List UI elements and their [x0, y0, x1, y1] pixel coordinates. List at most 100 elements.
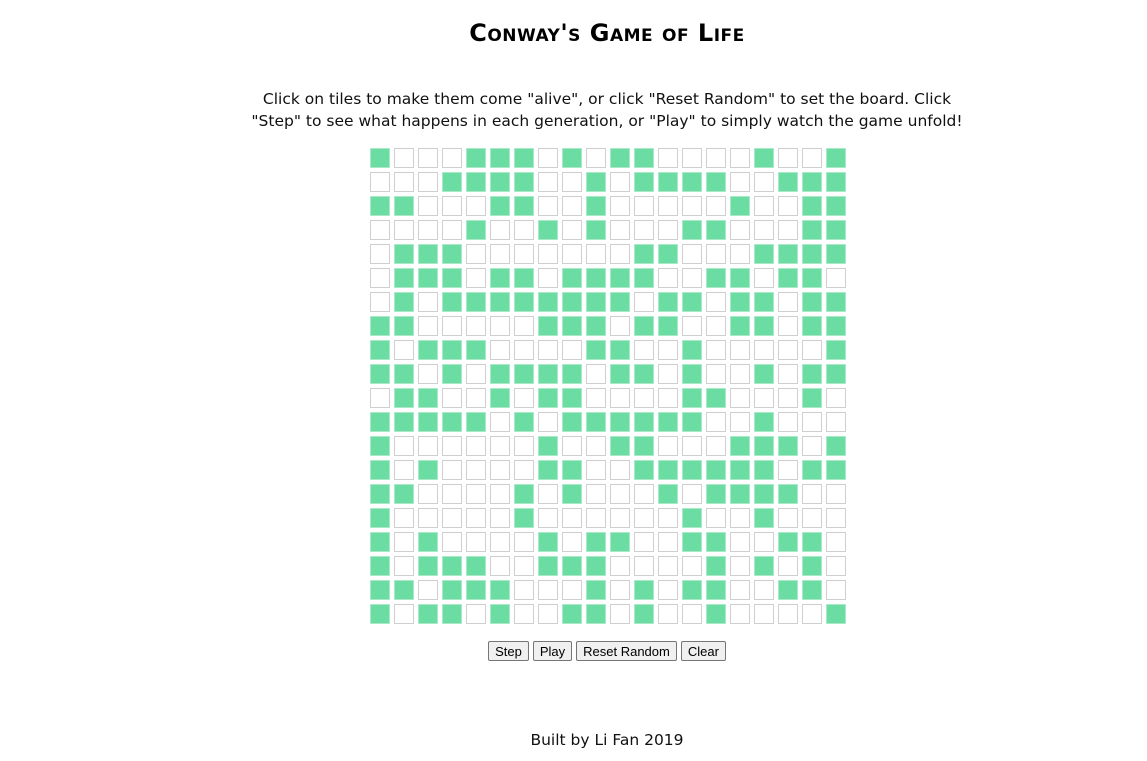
board-cell[interactable] [368, 170, 392, 194]
board-cell[interactable] [368, 242, 392, 266]
board-cell[interactable] [824, 338, 848, 362]
board-cell[interactable] [584, 362, 608, 386]
board-cell[interactable] [536, 410, 560, 434]
board-cell[interactable] [440, 410, 464, 434]
play-button[interactable]: Play [532, 641, 573, 661]
board-cell[interactable] [656, 458, 680, 482]
board-cell[interactable] [512, 386, 536, 410]
board-cell[interactable] [704, 146, 728, 170]
board-cell[interactable] [680, 386, 704, 410]
board-cell[interactable] [584, 578, 608, 602]
board-cell[interactable] [584, 242, 608, 266]
board-cell[interactable] [800, 458, 824, 482]
board-cell[interactable] [392, 530, 416, 554]
board-cell[interactable] [488, 242, 512, 266]
board-cell[interactable] [728, 434, 752, 458]
board-cell[interactable] [632, 602, 656, 626]
board-cell[interactable] [752, 338, 776, 362]
board-cell[interactable] [656, 554, 680, 578]
board-cell[interactable] [488, 530, 512, 554]
board-cell[interactable] [656, 242, 680, 266]
board-cell[interactable] [608, 554, 632, 578]
board-cell[interactable] [416, 482, 440, 506]
board-cell[interactable] [464, 362, 488, 386]
board-cell[interactable] [704, 578, 728, 602]
board-cell[interactable] [608, 506, 632, 530]
board-cell[interactable] [560, 506, 584, 530]
board-cell[interactable] [416, 170, 440, 194]
board-cell[interactable] [368, 146, 392, 170]
board-cell[interactable] [536, 506, 560, 530]
board-cell[interactable] [680, 434, 704, 458]
board-cell[interactable] [464, 554, 488, 578]
board-cell[interactable] [416, 314, 440, 338]
board-cell[interactable] [392, 314, 416, 338]
board-cell[interactable] [464, 290, 488, 314]
board-cell[interactable] [464, 434, 488, 458]
board-cell[interactable] [728, 410, 752, 434]
board-cell[interactable] [704, 266, 728, 290]
board-cell[interactable] [512, 194, 536, 218]
board-cell[interactable] [680, 170, 704, 194]
board-cell[interactable] [512, 578, 536, 602]
board-cell[interactable] [608, 146, 632, 170]
board-cell[interactable] [632, 242, 656, 266]
board-cell[interactable] [608, 530, 632, 554]
board-cell[interactable] [512, 434, 536, 458]
board-cell[interactable] [584, 170, 608, 194]
board-cell[interactable] [584, 194, 608, 218]
board-cell[interactable] [584, 410, 608, 434]
board-cell[interactable] [752, 242, 776, 266]
board-cell[interactable] [704, 242, 728, 266]
board-cell[interactable] [800, 578, 824, 602]
board-cell[interactable] [584, 554, 608, 578]
board-cell[interactable] [800, 362, 824, 386]
board-cell[interactable] [704, 314, 728, 338]
board-cell[interactable] [392, 602, 416, 626]
board-cell[interactable] [536, 314, 560, 338]
board-cell[interactable] [440, 578, 464, 602]
board-cell[interactable] [728, 218, 752, 242]
board-cell[interactable] [776, 314, 800, 338]
board-cell[interactable] [488, 266, 512, 290]
board-cell[interactable] [680, 146, 704, 170]
board-cell[interactable] [656, 602, 680, 626]
board-cell[interactable] [728, 458, 752, 482]
board-cell[interactable] [800, 194, 824, 218]
board-cell[interactable] [392, 506, 416, 530]
board-cell[interactable] [656, 146, 680, 170]
board-cell[interactable] [752, 434, 776, 458]
board-cell[interactable] [824, 314, 848, 338]
board-cell[interactable] [584, 602, 608, 626]
board-cell[interactable] [464, 386, 488, 410]
board-cell[interactable] [656, 362, 680, 386]
board-cell[interactable] [728, 266, 752, 290]
board-cell[interactable] [776, 458, 800, 482]
board-cell[interactable] [656, 410, 680, 434]
board-cell[interactable] [368, 194, 392, 218]
board-cell[interactable] [440, 290, 464, 314]
board-cell[interactable] [776, 410, 800, 434]
board-cell[interactable] [440, 506, 464, 530]
board-cell[interactable] [608, 290, 632, 314]
board-cell[interactable] [464, 602, 488, 626]
board-cell[interactable] [440, 386, 464, 410]
board-cell[interactable] [368, 410, 392, 434]
board-cell[interactable] [488, 482, 512, 506]
board-cell[interactable] [632, 170, 656, 194]
board-cell[interactable] [800, 434, 824, 458]
board-cell[interactable] [824, 146, 848, 170]
board-cell[interactable] [464, 578, 488, 602]
board-cell[interactable] [488, 218, 512, 242]
board-cell[interactable] [488, 554, 512, 578]
board-cell[interactable] [464, 482, 488, 506]
board-cell[interactable] [728, 194, 752, 218]
board-cell[interactable] [560, 242, 584, 266]
board-cell[interactable] [488, 290, 512, 314]
board-cell[interactable] [776, 482, 800, 506]
board-cell[interactable] [416, 242, 440, 266]
board-cell[interactable] [560, 458, 584, 482]
board-cell[interactable] [752, 506, 776, 530]
board-cell[interactable] [536, 530, 560, 554]
board-cell[interactable] [656, 170, 680, 194]
